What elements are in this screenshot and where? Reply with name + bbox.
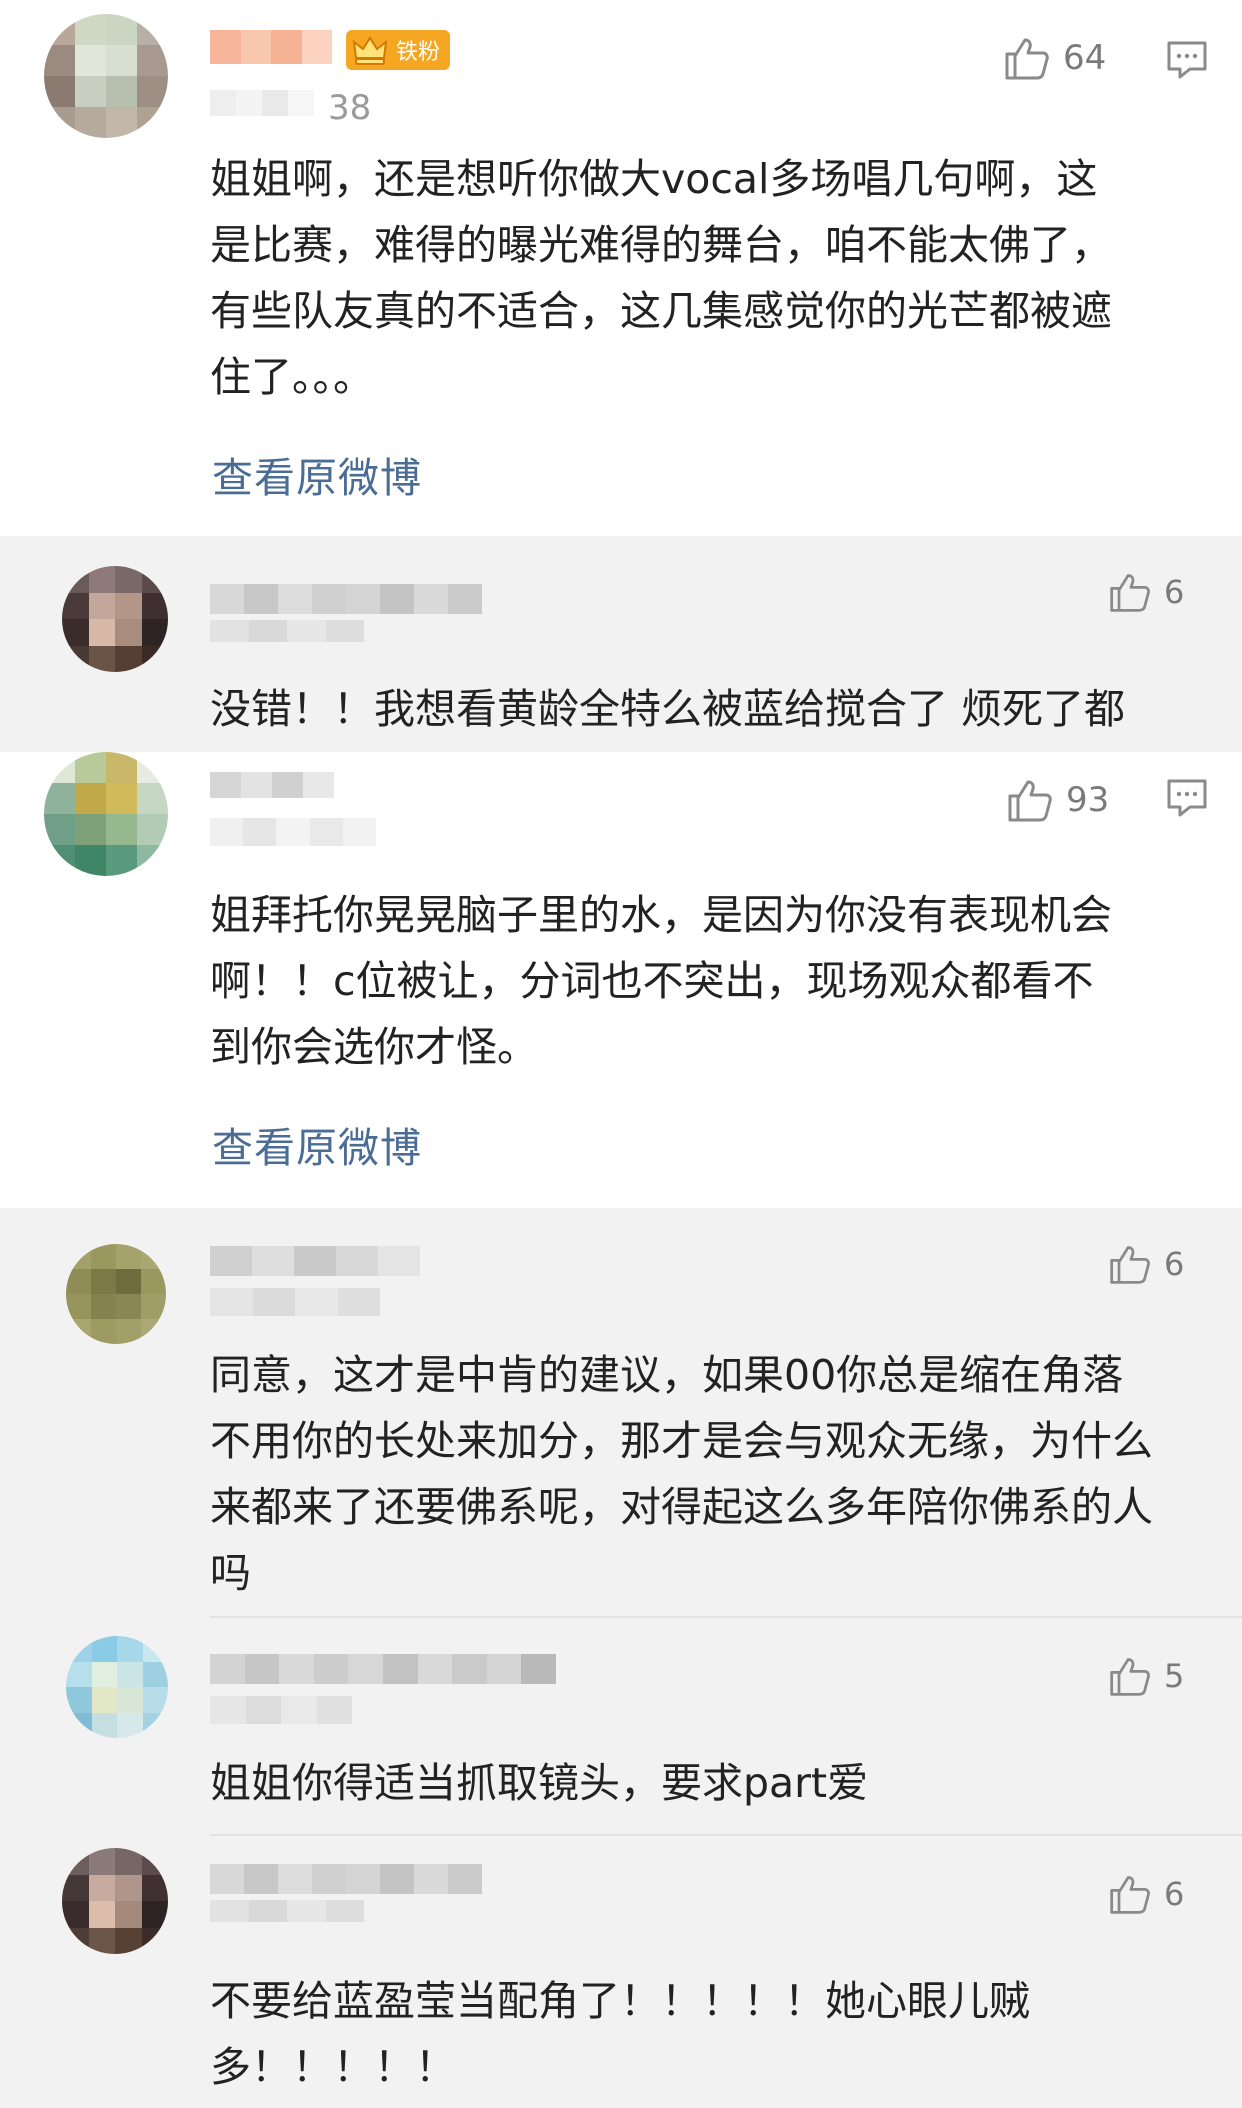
like-button[interactable]: 6	[1108, 1872, 1184, 1916]
comment-card: 93 姐拜托你晃晃脑子里的水，是因为你没有表现机会 啊！！c位被让，分词也不突出…	[0, 752, 1242, 1208]
username-blurred[interactable]	[210, 1654, 556, 1684]
like-count: 6	[1164, 1875, 1185, 1913]
thumbs-up-icon	[1110, 1658, 1150, 1696]
reply-text: 姐姐你得适当抓取镜头，要求part爱	[210, 1759, 869, 1807]
badge-label: 铁粉	[396, 40, 441, 65]
reply-text: 没错！！我想看黄龄全特么被蓝给搅合了 烦死了都	[210, 685, 1126, 733]
thumbs-up-icon	[1005, 38, 1049, 80]
avatar[interactable]	[44, 14, 168, 138]
thumbs-up-icon	[1110, 1246, 1150, 1284]
avatar[interactable]	[66, 1636, 168, 1738]
avatar[interactable]	[44, 752, 168, 876]
username-blurred[interactable]	[210, 1864, 482, 1894]
like-button[interactable]: 93	[1006, 776, 1109, 824]
comment-card: 铁粉 38 64 姐姐啊，还是想听你做大vocal多场唱几句啊，这 是比赛，难得…	[0, 0, 1242, 536]
reply-section: 6 同意，这才是中肯的建议，如果00你总是缩在角落 不用你的长处来加分，那才是会…	[0, 1208, 1242, 2108]
reply-card: 6 没错！！我想看黄龄全特么被蓝给搅合了 烦死了都	[0, 536, 1242, 752]
timestamp-blurred	[210, 1696, 352, 1724]
comment-icon[interactable]	[1166, 778, 1208, 818]
like-count: 6	[1164, 1245, 1185, 1283]
reply-text: 不要给蓝盈莹当配角了！！！！！她心眼儿贼 多！！！！！	[210, 1977, 1030, 2091]
like-count: 64	[1063, 38, 1107, 78]
timestamp-blurred	[210, 90, 314, 116]
like-button[interactable]: 64	[1003, 34, 1106, 82]
thumbs-up-icon	[1008, 780, 1052, 822]
comment-icon[interactable]	[1166, 40, 1208, 80]
timestamp-blurred	[210, 620, 364, 642]
timestamp-blurred	[210, 818, 377, 846]
avatar[interactable]	[62, 1848, 168, 1954]
username-blurred[interactable]	[210, 30, 332, 64]
like-button[interactable]: 6	[1108, 1242, 1184, 1286]
view-original-link[interactable]: 查看原微博	[212, 444, 422, 504]
like-button[interactable]: 5	[1108, 1654, 1184, 1698]
divider	[210, 1616, 1242, 1618]
like-count: 5	[1164, 1657, 1185, 1695]
username-blurred[interactable]	[210, 772, 334, 798]
divider	[210, 1834, 1242, 1836]
like-count: 93	[1066, 780, 1110, 820]
timestamp-blurred	[210, 1900, 364, 1922]
like-count: 6	[1164, 573, 1185, 611]
comment-text: 姐拜托你晃晃脑子里的水，是因为你没有表现机会 啊！！c位被让，分词也不突出，现场…	[210, 891, 1112, 1071]
comment-text: 姐姐啊，还是想听你做大vocal多场唱几句啊，这 是比赛，难得的曝光难得的舞台，…	[210, 155, 1112, 401]
thumbs-up-icon	[1110, 574, 1150, 612]
thumbs-up-icon	[1110, 1876, 1150, 1914]
fan-badge: 铁粉	[346, 30, 451, 70]
timestamp-partial: 38	[328, 88, 372, 128]
crown-icon	[352, 36, 388, 65]
reply-text: 同意，这才是中肯的建议，如果00你总是缩在角落 不用你的长处来加分，那才是会与观…	[210, 1351, 1153, 1597]
timestamp-blurred	[210, 1288, 380, 1316]
username-blurred[interactable]	[210, 1246, 420, 1276]
avatar[interactable]	[66, 1244, 166, 1344]
username-blurred[interactable]	[210, 584, 482, 614]
view-original-link[interactable]: 查看原微博	[212, 1114, 422, 1174]
like-button[interactable]: 6	[1108, 570, 1184, 614]
avatar[interactable]	[62, 566, 168, 672]
